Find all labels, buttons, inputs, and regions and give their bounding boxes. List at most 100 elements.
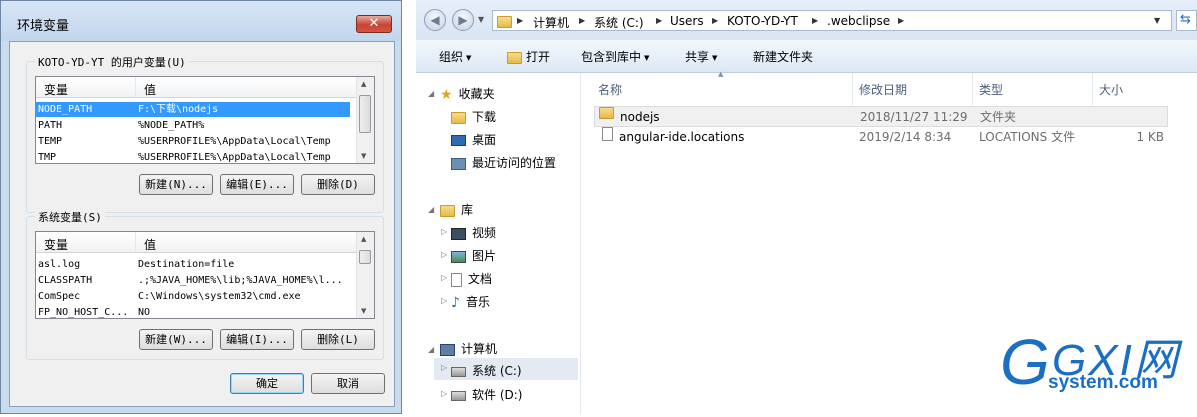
nav-favorites[interactable]: ★ 收藏夹 [440, 85, 495, 103]
scroll-up-icon[interactable]: ▲ [361, 235, 366, 243]
row-name: NODE_PATH [38, 104, 93, 115]
table-row[interactable]: PATH %NODE_PATH% [36, 118, 350, 133]
scroll-up-icon[interactable]: ▲ [361, 80, 366, 88]
cancel-button[interactable]: 取消 [311, 373, 385, 394]
nav-music[interactable]: ♪ 音乐 [451, 293, 490, 311]
column-size[interactable]: 大小 [1099, 81, 1123, 98]
system-edit-button[interactable]: 编辑(I)... [220, 329, 294, 350]
expand-icon[interactable]: ▷ [441, 227, 447, 236]
nav-desktop[interactable]: 桌面 [451, 131, 496, 148]
watermark-site: system.com [1048, 372, 1158, 393]
include-in-library-menu[interactable]: 包含到库中 ▼ [581, 48, 649, 65]
open-folder-icon [507, 51, 522, 64]
command-toolbar: 组织 ▼ 打开 包含到库中 ▼ 共享 ▼ 新建文件夹 ▲ [416, 40, 1197, 78]
user-variables-list[interactable]: 变量 值 NODE_PATH F:\下载\nodejs PATH %NODE_P… [35, 76, 375, 164]
scroll-thumb[interactable] [359, 95, 371, 133]
row-name: TEMP [38, 136, 63, 147]
column-date[interactable]: 修改日期 [859, 81, 907, 98]
close-icon: ✕ [368, 16, 380, 31]
nav-libraries[interactable]: 库 [440, 201, 473, 218]
expand-icon[interactable]: ▷ [441, 273, 447, 282]
file-row[interactable]: angular-ide.locations 2019/2/14 8:34 LOC… [594, 127, 1168, 148]
column-name[interactable]: 名称 [598, 81, 622, 98]
system-variables-list[interactable]: 变量 值 asl.log Destination=file CLASSPATH … [35, 231, 375, 319]
computer-icon [440, 343, 455, 356]
ok-button[interactable]: 确定 [230, 373, 304, 394]
breadcrumb-computer[interactable]: 计算机 [533, 14, 569, 31]
breadcrumb-drive-c[interactable]: 系统 (C:) [594, 14, 644, 31]
user-edit-button[interactable]: 编辑(E)... [220, 174, 294, 195]
collapse-icon[interactable]: ◢ [428, 89, 434, 98]
column-header-variable[interactable]: 变量 [44, 81, 68, 98]
expand-icon[interactable]: ▷ [441, 389, 447, 398]
picture-icon [451, 250, 466, 263]
table-row[interactable]: ComSpec C:\Windows\system32\cmd.exe [36, 289, 350, 304]
row-value: .;%JAVA_HOME%\lib;%JAVA_HOME%\l... [138, 275, 343, 286]
scroll-thumb[interactable] [359, 250, 371, 264]
recent-places-icon [451, 157, 466, 170]
column-type[interactable]: 类型 [979, 81, 1003, 98]
nav-computer[interactable]: 计算机 [440, 340, 497, 357]
list-header: 变量 值 [36, 232, 374, 253]
dialog-titlebar[interactable]: 环境变量 ✕ [1, 1, 401, 41]
nav-downloads[interactable]: 下载 [451, 108, 496, 125]
address-bar[interactable]: ▶ 计算机 ▶ 系统 (C:) ▶ Users ▶ KOTO-YD-YT ▶ .… [492, 10, 1172, 31]
breadcrumb-webclipse[interactable]: .webclipse [827, 14, 890, 28]
nav-documents[interactable]: 文档 [451, 270, 492, 287]
table-row[interactable]: NODE_PATH F:\下载\nodejs [36, 102, 350, 117]
row-name: FP_NO_HOST_C... [38, 307, 129, 318]
nav-videos[interactable]: 视频 [451, 224, 496, 241]
recent-pages-chevron-icon[interactable]: ▼ [478, 15, 484, 24]
user-variables-group: KOTO-YD-YT 的用户变量(U) 变量 值 NODE_PATH F:\下载… [26, 54, 384, 213]
breadcrumb-users[interactable]: Users [670, 14, 704, 28]
open-button[interactable]: 打开 [507, 48, 550, 65]
row-name: TMP [38, 152, 57, 163]
libraries-icon [440, 204, 455, 217]
collapse-icon[interactable]: ◢ [428, 345, 434, 354]
folder-icon [497, 14, 512, 28]
system-new-button[interactable]: 新建(W)... [139, 329, 213, 350]
expand-icon[interactable]: ▷ [441, 250, 447, 259]
organize-menu[interactable]: 组织 ▼ [439, 48, 471, 65]
table-row[interactable]: asl.log Destination=file [36, 257, 350, 272]
column-header-variable[interactable]: 变量 [44, 236, 68, 253]
table-row[interactable]: TMP %USERPROFILE%\AppData\Local\Temp [36, 150, 350, 163]
vertical-scrollbar[interactable]: ▲ ▼ [356, 232, 374, 318]
svg-text:G: G [1000, 326, 1050, 398]
scroll-down-icon[interactable]: ▼ [361, 152, 366, 160]
new-folder-button[interactable]: 新建文件夹 [753, 48, 813, 65]
system-delete-button[interactable]: 删除(L) [301, 329, 375, 350]
refresh-icon: ⇆ [1180, 12, 1191, 27]
scroll-down-icon[interactable]: ▼ [361, 307, 366, 315]
share-menu[interactable]: 共享 ▼ [685, 48, 717, 65]
navigation-pane: ◢ ★ 收藏夹 下载 桌面 最近访问的位置 ◢ 库 ▷ 视频 ▷ 图片 ▷ 文档 … [416, 73, 581, 414]
forward-button[interactable]: ▶ [452, 9, 474, 31]
collapse-icon[interactable]: ◢ [428, 205, 434, 214]
file-row[interactable]: nodejs 2018/11/27 11:29 文件夹 [594, 106, 1168, 127]
nav-drive-d[interactable]: 软件 (D:) [451, 386, 522, 403]
address-dropdown-icon[interactable]: ▼ [1154, 16, 1160, 25]
column-header-value[interactable]: 值 [144, 236, 156, 253]
watermark-logo: G GXI网 system.com [996, 318, 1197, 414]
close-button[interactable]: ✕ [356, 15, 392, 33]
refresh-button[interactable]: ⇆ [1176, 10, 1197, 31]
breadcrumb-user[interactable]: KOTO-YD-YT [727, 14, 798, 28]
user-new-button[interactable]: 新建(N)... [139, 174, 213, 195]
table-row[interactable]: CLASSPATH .;%JAVA_HOME%\lib;%JAVA_HOME%\… [36, 273, 350, 288]
user-delete-button[interactable]: 删除(D) [301, 174, 375, 195]
row-name: CLASSPATH [38, 275, 93, 286]
column-header-value[interactable]: 值 [144, 81, 156, 98]
row-value: %NODE_PATH% [138, 120, 205, 131]
chevron-down-icon: ▼ [712, 53, 718, 62]
vertical-scrollbar[interactable]: ▲ ▼ [356, 77, 374, 163]
nav-recent[interactable]: 最近访问的位置 [451, 154, 556, 171]
row-value: %USERPROFILE%\AppData\Local\Temp [138, 152, 331, 163]
back-arrow-icon: ◀ [430, 13, 440, 27]
table-row[interactable]: FP_NO_HOST_C... NO [36, 305, 350, 318]
nav-pictures[interactable]: 图片 [451, 247, 496, 264]
back-button[interactable]: ◀ [424, 9, 446, 31]
file-name: nodejs [620, 110, 660, 124]
expand-icon[interactable]: ▷ [441, 296, 447, 305]
nav-drive-c[interactable]: ▷ 系统 (C:) [434, 358, 578, 380]
table-row[interactable]: TEMP %USERPROFILE%\AppData\Local\Temp [36, 134, 350, 149]
